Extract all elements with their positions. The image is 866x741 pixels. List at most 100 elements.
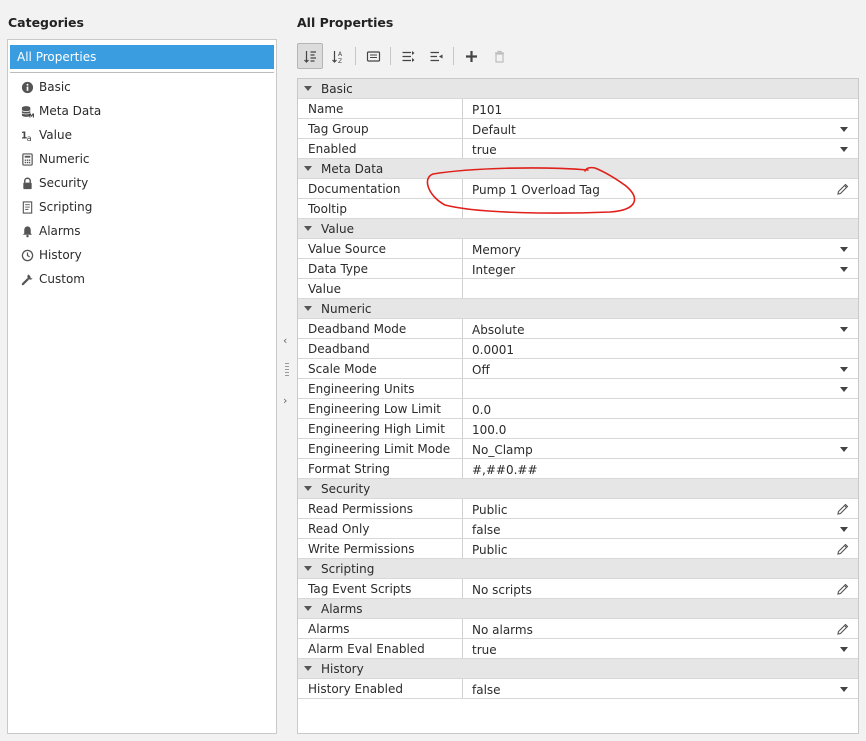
dropdown-arrow-icon[interactable]: [840, 147, 848, 152]
collapse-triangle-icon[interactable]: [304, 566, 312, 571]
property-value-field[interactable]: Public: [463, 499, 858, 518]
category-item-scripting[interactable]: Scripting: [8, 195, 276, 219]
value-icon: 1a: [20, 128, 34, 142]
property-value-field[interactable]: true: [463, 639, 858, 658]
toolbar-separator: [355, 47, 356, 65]
category-item-numeric[interactable]: Numeric: [8, 147, 276, 171]
section-header-numeric[interactable]: Numeric: [298, 299, 858, 319]
dropdown-arrow-icon[interactable]: [840, 647, 848, 652]
property-value: 0.0: [472, 402, 492, 417]
property-row: Read Permissions Public: [298, 499, 858, 519]
category-divider: [10, 72, 274, 73]
category-item-custom[interactable]: Custom: [8, 267, 276, 291]
delete-button[interactable]: [486, 43, 512, 69]
property-value-field[interactable]: No scripts: [463, 579, 858, 598]
property-value-field[interactable]: Default: [463, 119, 858, 138]
section-header-basic[interactable]: Basic: [298, 79, 858, 99]
collapse-triangle-icon[interactable]: [304, 306, 312, 311]
property-name: Tag Event Scripts: [298, 579, 463, 598]
property-value-field[interactable]: Memory: [463, 239, 858, 258]
section-header-security[interactable]: Security: [298, 479, 858, 499]
pencil-icon[interactable]: [836, 622, 850, 636]
description-button[interactable]: [360, 43, 386, 69]
property-value-field[interactable]: false: [463, 679, 858, 698]
pencil-icon[interactable]: [836, 582, 850, 596]
property-value-field[interactable]: No alarms: [463, 619, 858, 638]
section-name: Basic: [321, 81, 353, 96]
dropdown-arrow-icon[interactable]: [840, 327, 848, 332]
property-value-field[interactable]: Integer: [463, 259, 858, 278]
property-value-field[interactable]: true: [463, 139, 858, 158]
collapse-all-button[interactable]: [423, 43, 449, 69]
property-value: 0.0001: [472, 342, 514, 357]
collapse-triangle-icon[interactable]: [304, 606, 312, 611]
dropdown-arrow-icon[interactable]: [840, 387, 848, 392]
property-value-field[interactable]: No_Clamp: [463, 439, 858, 458]
dropdown-arrow-icon[interactable]: [840, 127, 848, 132]
expand-right-icon[interactable]: ›: [283, 394, 287, 407]
property-value-field[interactable]: Absolute: [463, 319, 858, 338]
property-value-field[interactable]: Pump 1 Overload Tag: [463, 179, 858, 198]
category-item-meta-data[interactable]: M Meta Data: [8, 99, 276, 123]
pencil-icon[interactable]: [836, 182, 850, 196]
section-header-meta-data[interactable]: Meta Data: [298, 159, 858, 179]
info-icon: [20, 80, 34, 94]
section-name: Numeric: [321, 301, 372, 316]
expand-all-button[interactable]: [395, 43, 421, 69]
section-header-alarms[interactable]: Alarms: [298, 599, 858, 619]
dropdown-arrow-icon[interactable]: [840, 247, 848, 252]
pencil-icon[interactable]: [836, 542, 850, 556]
sort-category-button[interactable]: [297, 43, 323, 69]
pencil-icon[interactable]: [836, 502, 850, 516]
category-item-history[interactable]: History: [8, 243, 276, 267]
panel-splitter[interactable]: ‹ ›: [280, 330, 294, 410]
property-value-field[interactable]: [463, 379, 858, 398]
add-icon: [464, 49, 479, 64]
collapse-triangle-icon[interactable]: [304, 86, 312, 91]
collapse-triangle-icon[interactable]: [304, 226, 312, 231]
category-item-value[interactable]: 1 a Value: [8, 123, 276, 147]
property-value: Off: [472, 362, 490, 377]
property-value-field[interactable]: 0.0: [463, 399, 858, 418]
collapse-triangle-icon[interactable]: [304, 166, 312, 171]
property-row: Engineering High Limit 100.0: [298, 419, 858, 439]
add-button[interactable]: [458, 43, 484, 69]
property-value-field[interactable]: #,##0.##: [463, 459, 858, 478]
property-value-field[interactable]: Off: [463, 359, 858, 378]
property-value-field[interactable]: false: [463, 519, 858, 538]
property-row: Engineering Low Limit 0.0: [298, 399, 858, 419]
properties-header: All Properties: [297, 15, 394, 30]
property-value-field[interactable]: Public: [463, 539, 858, 558]
property-value-field[interactable]: 0.0001: [463, 339, 858, 358]
dropdown-arrow-icon[interactable]: [840, 527, 848, 532]
collapse-triangle-icon[interactable]: [304, 666, 312, 671]
section-header-value[interactable]: Value: [298, 219, 858, 239]
category-item-alarms[interactable]: Alarms: [8, 219, 276, 243]
dropdown-arrow-icon[interactable]: [840, 687, 848, 692]
collapse-left-icon[interactable]: ‹: [283, 334, 287, 347]
splitter-grip[interactable]: [285, 363, 289, 377]
property-value-field[interactable]: 100.0: [463, 419, 858, 438]
dropdown-arrow-icon[interactable]: [840, 367, 848, 372]
property-value-field[interactable]: [463, 199, 858, 218]
property-grid: Basic Name P101 Tag Group Default Enabled true…: [297, 78, 859, 734]
property-value-field[interactable]: [463, 279, 858, 298]
section-name: Meta Data: [321, 161, 384, 176]
sort-alpha-button[interactable]: AZ: [325, 43, 351, 69]
category-item-all-properties[interactable]: All Properties: [10, 45, 274, 69]
category-item-basic[interactable]: Basic: [8, 75, 276, 99]
section-name: History: [321, 661, 364, 676]
dropdown-arrow-icon[interactable]: [840, 267, 848, 272]
property-value: Integer: [472, 262, 516, 277]
section-title: Scripting: [298, 559, 374, 578]
dropdown-arrow-icon[interactable]: [840, 447, 848, 452]
category-item-security[interactable]: Security: [8, 171, 276, 195]
property-name: Format String: [298, 459, 463, 478]
property-value-field[interactable]: P101: [463, 99, 858, 118]
section-header-scripting[interactable]: Scripting: [298, 559, 858, 579]
section-header-history[interactable]: History: [298, 659, 858, 679]
property-row: Enabled true: [298, 139, 858, 159]
property-name: History Enabled: [298, 679, 463, 698]
collapse-triangle-icon[interactable]: [304, 486, 312, 491]
property-name: Deadband Mode: [298, 319, 463, 338]
